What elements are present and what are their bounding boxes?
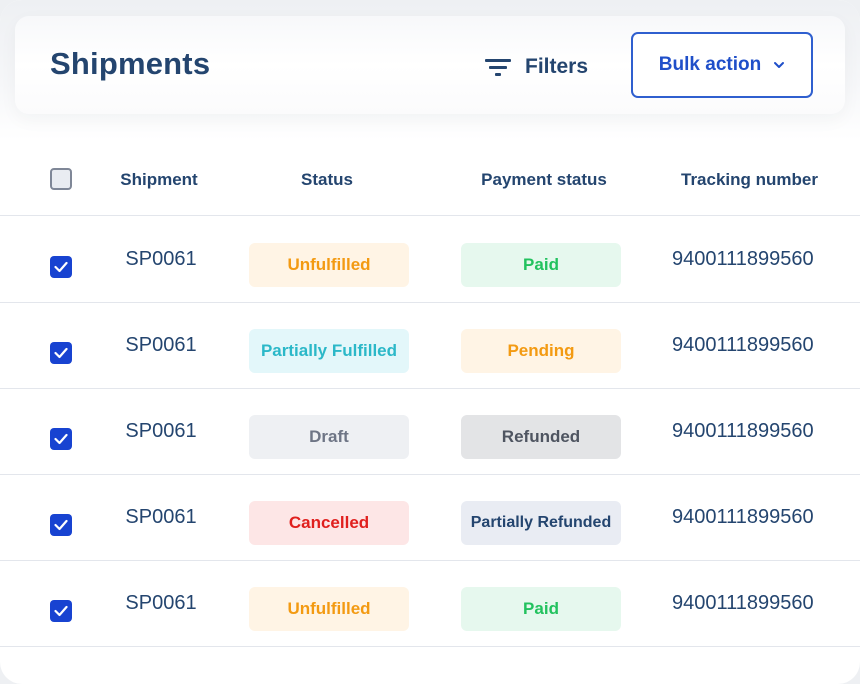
status-badge: Partially Fulfilled: [249, 329, 409, 373]
shipments-card: Shipments Filters Bulk action Shipment S…: [0, 0, 860, 684]
checkmark-icon: [54, 605, 68, 617]
table-row[interactable]: SP0061 Draft Refunded 9400111899560: [0, 388, 860, 475]
shipment-id[interactable]: SP0061: [100, 592, 222, 615]
checkmark-icon: [54, 519, 68, 531]
page-title: Shipments: [50, 46, 211, 81]
payment-status-badge: Paid: [461, 587, 621, 631]
payment-status-badge: Partially Refunded: [461, 501, 621, 545]
table-row[interactable]: SP0061 Cancelled Partially Refunded 9400…: [0, 474, 860, 561]
tracking-number[interactable]: 9400111899560: [672, 506, 814, 529]
column-header-payment-status[interactable]: Payment status: [461, 170, 627, 190]
tracking-number[interactable]: 9400111899560: [672, 248, 814, 271]
tracking-number[interactable]: 9400111899560: [672, 592, 814, 615]
header-area: Shipments Filters Bulk action: [0, 0, 860, 140]
bulk-action-label: Bulk action: [658, 54, 762, 75]
row-checkbox[interactable]: [50, 256, 72, 278]
column-header-shipment[interactable]: Shipment: [100, 170, 218, 190]
status-badge: Cancelled: [249, 501, 409, 545]
shipment-id[interactable]: SP0061: [100, 334, 222, 357]
table-header: Shipment Status Payment status Tracking …: [0, 140, 860, 216]
shipment-id[interactable]: SP0061: [100, 420, 222, 443]
row-checkbox[interactable]: [50, 600, 72, 622]
payment-status-badge: Paid: [461, 243, 621, 287]
row-checkbox[interactable]: [50, 514, 72, 536]
tracking-number[interactable]: 9400111899560: [672, 420, 814, 443]
shipment-id[interactable]: SP0061: [100, 506, 222, 529]
header-bar: Shipments Filters Bulk action: [15, 16, 845, 114]
filter-icon: [485, 57, 511, 77]
status-badge: Unfulfilled: [249, 587, 409, 631]
select-all-checkbox[interactable]: [50, 168, 72, 190]
status-badge: Unfulfilled: [249, 243, 409, 287]
table-row[interactable]: SP0061 Unfulfilled Paid 9400111899560: [0, 560, 860, 647]
checkmark-icon: [54, 261, 68, 273]
table-row[interactable]: SP0061 Unfulfilled Paid 9400111899560: [0, 216, 860, 303]
status-badge: Draft: [249, 415, 409, 459]
column-header-tracking-number[interactable]: Tracking number: [672, 170, 827, 190]
payment-status-badge: Pending: [461, 329, 621, 373]
checkmark-icon: [54, 347, 68, 359]
tracking-number[interactable]: 9400111899560: [672, 334, 814, 357]
bulk-action-dropdown[interactable]: Bulk action: [631, 32, 813, 98]
filters-button[interactable]: Filters: [485, 51, 588, 83]
row-checkbox[interactable]: [50, 428, 72, 450]
shipment-id[interactable]: SP0061: [100, 248, 222, 271]
row-checkbox[interactable]: [50, 342, 72, 364]
filters-label: Filters: [525, 55, 589, 78]
payment-status-badge: Refunded: [461, 415, 621, 459]
checkmark-icon: [54, 433, 68, 445]
chevron-down-icon: [774, 62, 785, 68]
column-header-status[interactable]: Status: [249, 170, 405, 190]
table-row[interactable]: SP0061 Partially Fulfilled Pending 94001…: [0, 302, 860, 389]
